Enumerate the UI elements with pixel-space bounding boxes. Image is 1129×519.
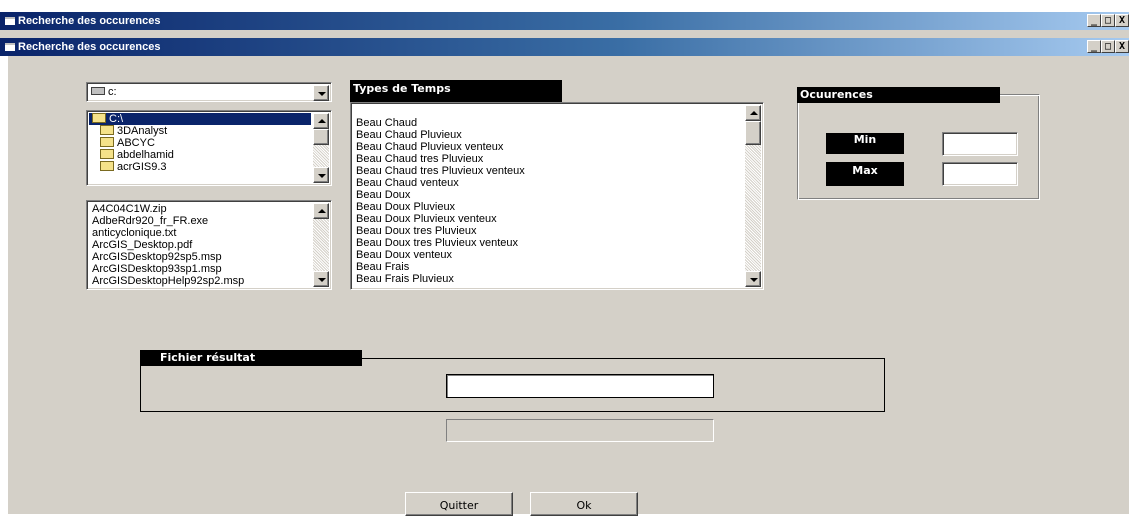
maximize-button[interactable]: □ <box>1101 40 1115 53</box>
app-icon <box>5 17 15 25</box>
folder-icon <box>100 125 114 135</box>
list-item[interactable]: abdelhamid <box>89 149 311 161</box>
scroll-thumb[interactable] <box>745 121 761 145</box>
list-item[interactable]: 3DAnalyst <box>89 125 311 137</box>
list-item[interactable]: Beau Doux Pluvieux venteux <box>353 213 743 225</box>
list-item[interactable]: Beau Doux tres Pluvieux venteux <box>353 237 743 249</box>
types-temps-header: Types de Temps <box>350 80 562 102</box>
scroll-down-icon <box>318 278 326 282</box>
quit-button[interactable]: Quitter <box>405 492 513 516</box>
minimize-button[interactable]: _ <box>1087 14 1101 27</box>
directory-list-items: C:\ 3DAnalyst ABCYC abdelhamid acrGIS9.3 <box>89 113 311 183</box>
minimize-button[interactable]: _ <box>1087 40 1101 53</box>
list-item[interactable]: C:\ <box>89 113 311 125</box>
close-button[interactable]: X <box>1115 40 1129 53</box>
list-item[interactable]: Beau Chaud Pluvieux venteux <box>353 141 743 153</box>
outer-title-bar[interactable]: Recherche des occurences _ □ X <box>0 12 1129 30</box>
scroll-down-icon <box>750 278 758 282</box>
list-item-label: ABCYC <box>117 137 155 149</box>
list-item[interactable]: anticyclonique.txt <box>89 227 311 239</box>
ok-button[interactable]: Ok <box>530 492 638 516</box>
list-item-label: C:\ <box>109 113 124 125</box>
inner-window-title: Recherche des occurences <box>18 41 161 53</box>
list-item-label: 3DAnalyst <box>117 125 168 137</box>
ok-button-label: Ok <box>576 499 592 512</box>
list-item[interactable]: ArcGISDesktop92sp5.msp <box>89 251 311 263</box>
maximize-button[interactable]: □ <box>1101 14 1115 27</box>
scroll-up-button[interactable] <box>745 105 761 121</box>
scroll-down-icon <box>318 174 326 178</box>
scroll-thumb[interactable] <box>313 129 329 145</box>
types-temps-list-items: Beau Chaud Beau Chaud Pluvieux Beau Chaud … <box>353 117 743 287</box>
fichier-resultat-input[interactable] <box>446 374 714 398</box>
max-input[interactable] <box>942 162 1018 186</box>
max-label: Max <box>826 162 904 186</box>
min-input[interactable] <box>942 132 1018 156</box>
folder-icon <box>100 161 114 171</box>
scroll-down-button[interactable] <box>313 167 329 183</box>
list-item-label: acrGIS9.3 <box>117 161 167 173</box>
scroll-up-icon <box>318 209 326 213</box>
folder-icon <box>100 137 114 147</box>
scroll-up-button[interactable] <box>313 113 329 129</box>
list-item[interactable]: Beau Chaud <box>353 117 743 129</box>
scroll-down-button[interactable] <box>313 271 329 287</box>
list-item[interactable]: ArcGIS_Desktop.pdf <box>89 239 311 251</box>
folder-icon <box>100 149 114 159</box>
quit-button-label: Quitter <box>439 499 479 512</box>
scroll-up-icon <box>750 111 758 115</box>
list-item[interactable]: Beau Doux tres Pluvieux <box>353 225 743 237</box>
drive-select-value: c: <box>108 86 117 98</box>
types-temps-header-label: Types de Temps <box>353 82 451 95</box>
inner-window-controls: _ □ X <box>1087 40 1129 54</box>
scroll-up-icon <box>318 119 326 123</box>
occurences-header: Ocuurences <box>797 87 1000 103</box>
drive-select[interactable]: c: <box>86 82 332 102</box>
list-item-label: abdelhamid <box>117 149 174 161</box>
list-item[interactable]: Beau Frais <box>353 261 743 273</box>
list-item[interactable]: Beau Doux venteux <box>353 249 743 261</box>
occurences-header-label: Ocuurences <box>800 88 873 101</box>
scroll-down-button[interactable] <box>745 271 761 287</box>
fichier-resultat-header-label: Fichier résultat <box>160 351 256 364</box>
scroll-up-button[interactable] <box>313 203 329 219</box>
list-item[interactable]: acrGIS9.3 <box>89 161 311 173</box>
list-item[interactable]: ABCYC <box>89 137 311 149</box>
chevron-down-icon <box>318 92 326 96</box>
list-item[interactable]: ArcGISDesktop93sp1.msp <box>89 263 311 275</box>
list-item[interactable]: Beau Doux Pluvieux <box>353 201 743 213</box>
fichier-resultat-header: Fichier résultat <box>140 350 362 366</box>
list-item[interactable]: ArcGISDesktopHelp92sp2.msp <box>89 275 311 287</box>
open-folder-icon <box>92 113 106 123</box>
file-list[interactable]: A4C04C1W.zip AdbeRdr920_fr_FR.exe anticycl… <box>86 200 332 290</box>
min-label: Min <box>826 133 904 154</box>
progress-bar <box>446 419 714 442</box>
app-icon <box>5 43 15 51</box>
list-item[interactable]: Beau Chaud tres Pluvieux <box>353 153 743 165</box>
drive-dropdown-button[interactable] <box>313 85 329 101</box>
directory-scrollbar[interactable] <box>313 113 329 183</box>
drive-icon <box>91 87 105 95</box>
list-item[interactable]: Beau Chaud venteux <box>353 177 743 189</box>
inner-title-bar[interactable]: Recherche des occurences _ □ X <box>0 38 1129 56</box>
drive-select-value-wrap: c: <box>91 85 117 99</box>
outer-window-title: Recherche des occurences <box>18 15 161 27</box>
list-item[interactable]: A4C04C1W.zip <box>89 203 311 215</box>
list-item[interactable]: Beau Chaud tres Pluvieux venteux <box>353 165 743 177</box>
file-list-items: A4C04C1W.zip AdbeRdr920_fr_FR.exe anticycl… <box>89 203 311 287</box>
close-button[interactable]: X <box>1115 14 1129 27</box>
list-item[interactable]: Beau Chaud Pluvieux <box>353 129 743 141</box>
list-item[interactable]: Beau Doux <box>353 189 743 201</box>
types-temps-scrollbar[interactable] <box>745 105 761 287</box>
file-scrollbar[interactable] <box>313 203 329 287</box>
outer-window-frame <box>0 30 1129 38</box>
types-temps-list[interactable]: Beau Chaud Beau Chaud Pluvieux Beau Chaud … <box>350 102 764 290</box>
list-item[interactable]: Beau Frais Pluvieux <box>353 273 743 285</box>
list-item[interactable]: AdbeRdr920_fr_FR.exe <box>89 215 311 227</box>
directory-list[interactable]: C:\ 3DAnalyst ABCYC abdelhamid acrGIS9.3 <box>86 110 332 186</box>
outer-window-controls: _ □ X <box>1087 14 1129 28</box>
